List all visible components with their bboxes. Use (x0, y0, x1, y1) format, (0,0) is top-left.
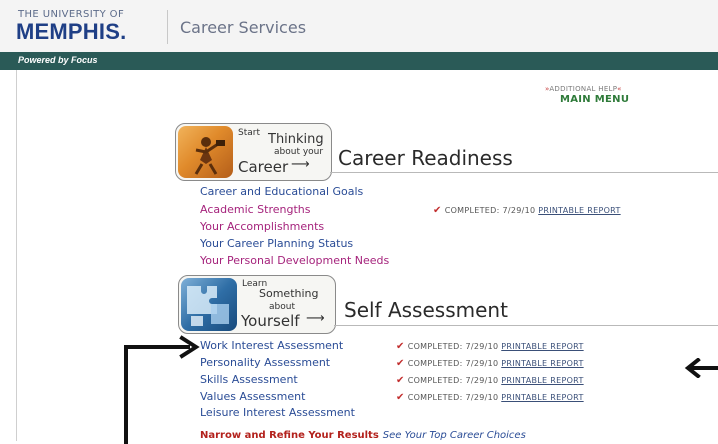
printable-report-link[interactable]: PRINTABLE REPORT (501, 342, 583, 351)
checkmark-icon: ✔ (396, 375, 405, 386)
site-title: Career Services (180, 18, 307, 37)
career-planning-status-link[interactable]: Your Career Planning Status (200, 237, 353, 250)
completed-text: COMPLETED: 7/29/10 (407, 376, 499, 385)
checkmark-icon: ✔ (433, 205, 442, 216)
badge-about-text: about (269, 302, 295, 312)
footer-line: Narrow and Refine Your Results See Your T… (200, 430, 526, 441)
checkmark-icon: ✔ (396, 341, 405, 352)
work-interest-assessment-link[interactable]: Work Interest Assessment (200, 339, 343, 352)
additional-help-label: ADDITIONAL HELP (549, 85, 618, 93)
checkmark-icon: ✔ (396, 358, 405, 369)
badge-thinking-text: Thinking (268, 132, 324, 147)
main-menu-link[interactable]: MAIN MENU (560, 94, 629, 105)
arrow-right-icon: ⟶ (306, 311, 325, 326)
arrow-right-icon: ⟶ (291, 157, 310, 172)
powered-by-bar: Powered by Focus (0, 52, 718, 70)
printable-report-link[interactable]: PRINTABLE REPORT (501, 376, 583, 385)
personality-status: ✔ COMPLETED: 7/29/10 PRINTABLE REPORT (396, 358, 584, 369)
header-bar: THE UNIVERSITY OF MEMPHIS. Career Servic… (0, 0, 718, 52)
left-callout-arrow-icon (124, 335, 200, 444)
your-accomplishments-link[interactable]: Your Accomplishments (200, 220, 324, 233)
values-status: ✔ COMPLETED: 7/29/10 PRINTABLE REPORT (396, 392, 584, 403)
printable-report-link[interactable]: PRINTABLE REPORT (501, 393, 583, 402)
badge-start-text: Start (238, 128, 260, 138)
top-career-choices-link[interactable]: See Your Top Career Choices (383, 430, 526, 441)
skills-assessment-link[interactable]: Skills Assessment (200, 373, 298, 386)
printable-report-link[interactable]: PRINTABLE REPORT (501, 359, 583, 368)
header-divider (167, 10, 168, 44)
leisure-interest-assessment-link[interactable]: Leisure Interest Assessment (200, 406, 355, 419)
self-assessment-rule (334, 325, 718, 326)
checkmark-icon: ✔ (396, 392, 405, 403)
career-person-image (178, 126, 233, 178)
career-educational-goals-link[interactable]: Career and Educational Goals (200, 185, 363, 198)
double-left-chevron-icon: « (617, 85, 622, 93)
academic-strengths-status: ✔ COMPLETED: 7/29/10 PRINTABLE REPORT (433, 205, 621, 216)
badge-career-text: Career (238, 158, 289, 176)
academic-strengths-link[interactable]: Academic Strengths (200, 203, 311, 216)
additional-help-link[interactable]: »ADDITIONAL HELP« (545, 85, 622, 93)
career-person-icon (194, 137, 225, 175)
self-assessment-badge: Learn Something about Yourself ⟶ (178, 275, 336, 334)
work-interest-status: ✔ COMPLETED: 7/29/10 PRINTABLE REPORT (396, 341, 584, 352)
career-readiness-badge: Start Thinking about your Career ⟶ (175, 123, 332, 181)
skills-status: ✔ COMPLETED: 7/29/10 PRINTABLE REPORT (396, 375, 584, 386)
completed-text: COMPLETED: 7/29/10 (407, 393, 499, 402)
career-readiness-rule (330, 172, 718, 173)
completed-text: COMPLETED: 7/29/10 (444, 206, 536, 215)
badge-yourself-text: Yourself (241, 312, 300, 330)
career-readiness-title: Career Readiness (338, 146, 513, 170)
puzzle-image (181, 278, 237, 331)
memphis-logo[interactable]: MEMPHIS. (16, 19, 126, 45)
puzzle-icon (187, 286, 229, 326)
personal-development-needs-link[interactable]: Your Personal Development Needs (200, 254, 389, 267)
badge-about-your-text: about your (274, 147, 324, 157)
right-callout-arrow-icon (684, 358, 718, 378)
badge-something-text: Something (259, 287, 319, 300)
completed-text: COMPLETED: 7/29/10 (407, 359, 499, 368)
self-assessment-title: Self Assessment (344, 298, 508, 322)
personality-assessment-link[interactable]: Personality Assessment (200, 356, 330, 369)
powered-by-label: Powered by Focus (18, 55, 98, 65)
completed-text: COMPLETED: 7/29/10 (407, 342, 499, 351)
values-assessment-link[interactable]: Values Assessment (200, 390, 305, 403)
printable-report-link[interactable]: PRINTABLE REPORT (538, 206, 620, 215)
narrow-refine-label: Narrow and Refine Your Results (200, 430, 379, 441)
